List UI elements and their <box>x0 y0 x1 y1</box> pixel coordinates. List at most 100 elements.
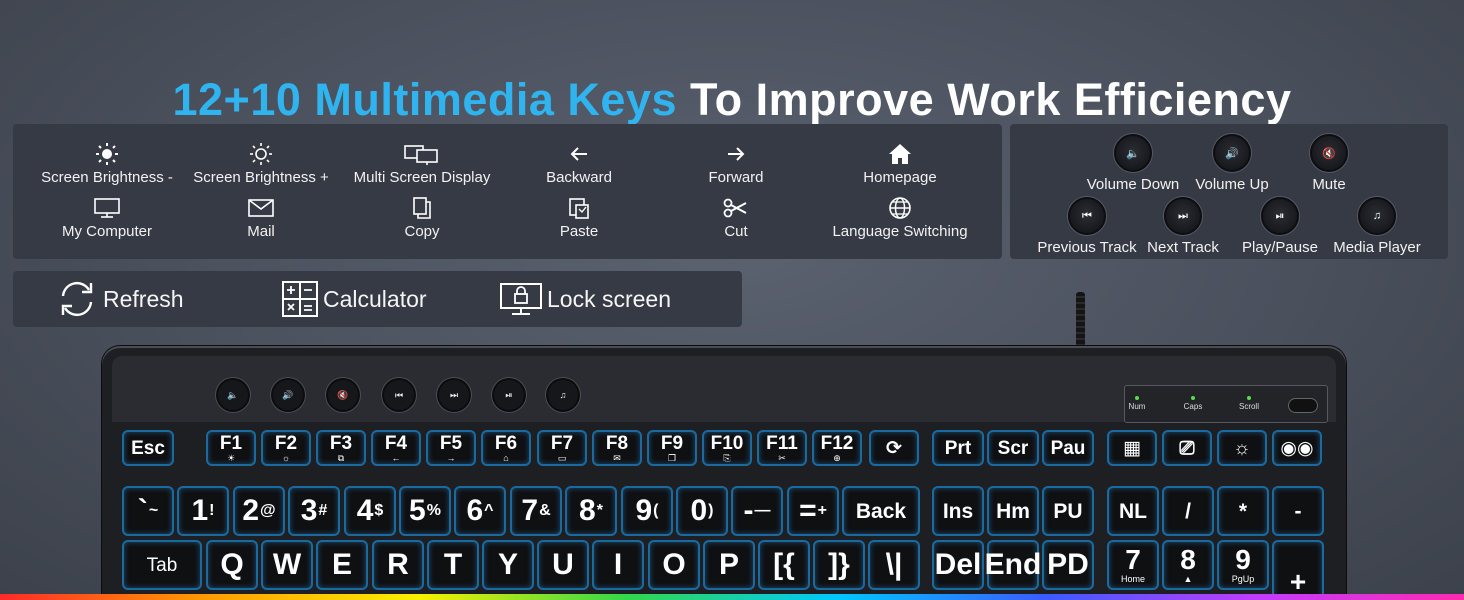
key-symbol-r[interactable]: - <box>1274 488 1322 534</box>
key-f12-12[interactable]: F12 ⊕ <box>814 432 860 464</box>
key-num-8[interactable]: 8 * <box>567 488 615 534</box>
key-num-10[interactable]: 0) <box>678 488 726 534</box>
key-num-2[interactable]: 2 @ <box>235 488 283 534</box>
key-legend: - <box>1294 499 1302 523</box>
key-f1-1[interactable]: F1 ☀ <box>208 432 254 464</box>
key-u-q7[interactable]: U <box>539 542 587 588</box>
key-e-q3[interactable]: E <box>318 542 366 588</box>
key-shift-legend: & <box>539 502 551 519</box>
key-legend: F7 <box>550 432 574 454</box>
key-shift-legend: % <box>426 502 441 519</box>
key-legend: F9 <box>660 432 684 454</box>
key-end-q15[interactable]: End <box>985 542 1041 588</box>
key-legend: End <box>984 548 1042 581</box>
key-pd-q16[interactable]: PD <box>1044 542 1092 588</box>
key-numpad-symbol-3[interactable]: + <box>1274 542 1322 600</box>
key-sub-icon: ← <box>391 452 401 463</box>
key-num-12[interactable]: = + <box>789 488 837 534</box>
key-shift-legend: * <box>596 502 603 519</box>
key-symbol-q12[interactable]: ]} <box>815 542 863 588</box>
key-shift-legend: ~ <box>148 502 159 519</box>
key-symbol-r[interactable]: / <box>1164 488 1212 534</box>
key-numpad-8-1[interactable]: 8 ▲ <box>1164 542 1212 588</box>
key-p-q10[interactable]: P <box>705 542 753 588</box>
key-y-q6[interactable]: Y <box>484 542 532 588</box>
key-legend: PD <box>1047 548 1089 581</box>
key-legend: ]} <box>828 548 850 581</box>
kb-volume-up-button[interactable]: 🔊 <box>273 380 303 410</box>
key-q-q1[interactable]: Q <box>208 542 256 588</box>
language-switching-item: Language Switching <box>815 196 985 240</box>
key-symbol-r[interactable]: * <box>1219 488 1267 534</box>
key-pu-r[interactable]: PU <box>1044 488 1092 534</box>
key-f5-5[interactable]: F5 → <box>428 432 474 464</box>
key-prt-14[interactable]: Prt <box>934 432 982 464</box>
key-legend: PU <box>1053 499 1083 523</box>
key-f3-3[interactable]: F3 ⧉ <box>318 432 364 464</box>
key-num-0[interactable]: ` ~ <box>124 488 172 534</box>
key-esc-0[interactable]: Esc <box>124 432 172 464</box>
key-f9-9[interactable]: F9 ❐ <box>649 432 695 464</box>
key-f7-7[interactable]: F7 ▭ <box>539 432 585 464</box>
key-legend: 8 <box>579 494 596 527</box>
key-f10-10[interactable]: F10 ⎘ <box>704 432 750 464</box>
key-t-q5[interactable]: T <box>429 542 477 588</box>
kb-next-track-button[interactable]: ⏭ <box>439 380 469 410</box>
key-f4-4[interactable]: F4 ← <box>373 432 419 464</box>
key-num-3[interactable]: 3 # <box>290 488 338 534</box>
key-num-1[interactable]: 1! <box>179 488 227 534</box>
key-f8-8[interactable]: F8 ✉ <box>594 432 640 464</box>
key-numpad-9-2[interactable]: 9 PgUp <box>1219 542 1267 588</box>
backlight-switch[interactable] <box>1289 399 1317 412</box>
copy-icon <box>413 197 431 219</box>
key-r-q4[interactable]: R <box>374 542 422 588</box>
kb-mute-button[interactable]: 🔇 <box>328 380 358 410</box>
key-legend: ⟳ <box>886 437 902 459</box>
kb-media-player-button[interactable]: ♫ <box>548 380 578 410</box>
key-pau-16[interactable]: Pau <box>1044 432 1092 464</box>
key-tab-q0[interactable]: Tab <box>124 542 200 588</box>
key-f6-6[interactable]: F6 ⌂ <box>483 432 529 464</box>
key-legend: Q <box>220 548 244 581</box>
key-numpad-7-0[interactable]: 7 Home <box>1109 542 1157 588</box>
key-f11-11[interactable]: F11 ✂ <box>759 432 805 464</box>
key-sub-icon: ▭ <box>557 452 567 463</box>
key-num-5[interactable]: 5% <box>401 488 449 534</box>
key-sub-icon: → <box>446 452 456 463</box>
key-scr-15[interactable]: Scr <box>989 432 1037 464</box>
key-num-7[interactable]: 7 & <box>512 488 560 534</box>
kb-play-pause-button[interactable]: ⏯ <box>494 380 524 410</box>
multi-screen-icon <box>404 145 438 165</box>
key-del-q14[interactable]: Del <box>934 542 982 588</box>
key-legend: 8 <box>1180 544 1196 575</box>
key-symbol-20[interactable]: ◉◉ <box>1274 432 1320 464</box>
key-back-r[interactable]: Back <box>844 488 918 534</box>
kb-volume-down-button[interactable]: 🔈 <box>218 380 248 410</box>
key-num-9[interactable]: 9( <box>623 488 671 534</box>
key-i-q8[interactable]: I <box>594 542 642 588</box>
monitor-icon <box>94 198 120 218</box>
key-num-6[interactable]: 6 ^ <box>456 488 504 534</box>
key-legend: + <box>1289 566 1307 597</box>
key-symbol-q13[interactable]: \| <box>870 542 918 588</box>
key-hm-r[interactable]: Hm <box>989 488 1037 534</box>
key-num-11[interactable]: - — <box>733 488 781 534</box>
key-legend: ☼ <box>1233 437 1251 459</box>
key-sub-icon: ⌂ <box>503 452 509 463</box>
key-symbol-19[interactable]: ☼ <box>1219 432 1265 464</box>
scroll-lock-indicator: Scroll <box>1229 396 1269 411</box>
next-track-icon: ⏭ <box>1164 197 1202 235</box>
key-ins-r[interactable]: Ins <box>934 488 982 534</box>
sun-filled-icon <box>96 143 118 165</box>
key-symbol-18[interactable]: ⎚ <box>1164 432 1210 464</box>
kb-previous-track-button[interactable]: ⏮ <box>384 380 414 410</box>
key-legend: ` <box>137 494 148 527</box>
key-symbol-17[interactable]: ▦ <box>1109 432 1155 464</box>
key-num-4[interactable]: 4 $ <box>346 488 394 534</box>
key-symbol-13[interactable]: ⟳ <box>871 432 917 464</box>
key-w-q2[interactable]: W <box>263 542 311 588</box>
key-nl-r[interactable]: NL <box>1109 488 1157 534</box>
key-o-q9[interactable]: O <box>650 542 698 588</box>
key-symbol-q11[interactable]: [{ <box>760 542 808 588</box>
key-f2-2[interactable]: F2 ☼ <box>263 432 309 464</box>
